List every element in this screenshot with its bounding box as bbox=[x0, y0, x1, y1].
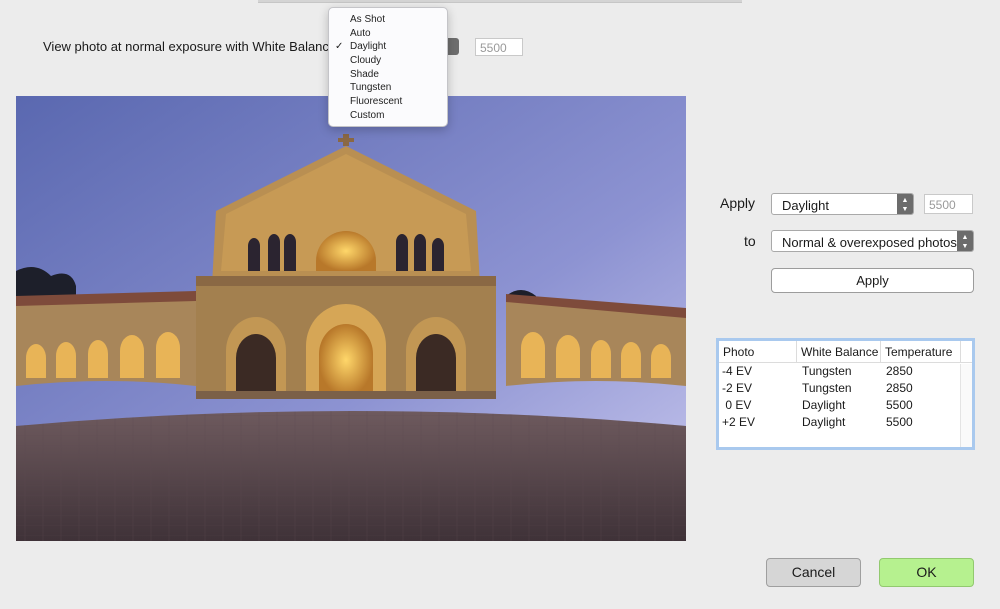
table-scrollbar[interactable] bbox=[960, 364, 972, 447]
apply-target-popup[interactable]: Normal & overexposed photos ▲ ▼ bbox=[771, 230, 974, 252]
apply-button[interactable]: Apply bbox=[771, 268, 974, 293]
exposure-white-balance-table[interactable]: Photo White Balance Temperature -4 EV Tu… bbox=[716, 338, 975, 450]
menu-item-auto[interactable]: Auto bbox=[329, 27, 447, 41]
view-white-balance-label: View photo at normal exposure with White… bbox=[43, 39, 340, 54]
white-balance-dropdown-menu: As Shot Auto ✓ Daylight Cloudy Shade Tung… bbox=[328, 7, 448, 127]
building-photo-image bbox=[16, 96, 686, 541]
updown-arrows-icon: ▲ ▼ bbox=[957, 231, 973, 251]
menu-item-daylight[interactable]: ✓ Daylight bbox=[329, 40, 447, 54]
column-header-temperature[interactable]: Temperature bbox=[881, 341, 961, 362]
apply-white-balance-popup[interactable]: Daylight ▲ ▼ bbox=[771, 193, 914, 215]
apply-temperature-field[interactable]: 5500 bbox=[924, 194, 973, 214]
menu-item-fluorescent[interactable]: Fluorescent bbox=[329, 95, 447, 109]
table-row[interactable]: -4 EV Tungsten 2850 bbox=[719, 363, 972, 380]
photo-preview bbox=[16, 96, 686, 541]
cancel-button[interactable]: Cancel bbox=[766, 558, 861, 587]
apply-label: Apply bbox=[720, 195, 756, 211]
updown-arrows-icon: ▲ ▼ bbox=[897, 194, 913, 214]
menu-item-as-shot[interactable]: As Shot bbox=[329, 13, 447, 27]
table-header: Photo White Balance Temperature bbox=[719, 341, 972, 363]
menu-item-tungsten[interactable]: Tungsten bbox=[329, 81, 447, 95]
menu-item-cloudy[interactable]: Cloudy bbox=[329, 54, 447, 68]
checkmark-icon: ✓ bbox=[335, 41, 344, 53]
table-row[interactable]: +2 EV Daylight 5500 bbox=[719, 414, 972, 431]
sheet-top-edge bbox=[258, 0, 742, 3]
table-row[interactable]: 0 EV Daylight 5500 bbox=[719, 397, 972, 414]
column-header-white-balance[interactable]: White Balance bbox=[797, 341, 881, 362]
table-row[interactable]: -2 EV Tungsten 2850 bbox=[719, 380, 972, 397]
view-temperature-field[interactable]: 5500 bbox=[475, 38, 523, 56]
menu-item-shade[interactable]: Shade bbox=[329, 68, 447, 82]
menu-item-custom[interactable]: Custom bbox=[329, 109, 447, 123]
to-label: to bbox=[744, 233, 756, 249]
ok-button[interactable]: OK bbox=[879, 558, 974, 587]
column-header-photo[interactable]: Photo bbox=[719, 341, 797, 362]
